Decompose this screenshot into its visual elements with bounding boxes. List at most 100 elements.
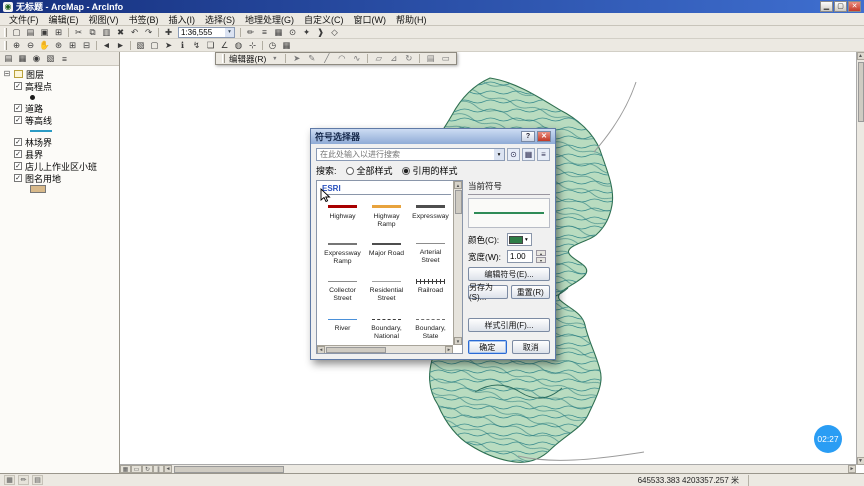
line-symbol-swatch[interactable]	[30, 130, 52, 132]
search-input[interactable]	[317, 150, 494, 159]
layer-label[interactable]: 图名用地	[25, 172, 61, 185]
layout-view-button[interactable]: ▭	[131, 465, 142, 473]
chevron-down-icon[interactable]: ▼	[268, 53, 281, 65]
draw-toolbar-icon[interactable]: ▦	[4, 475, 15, 485]
menu-customize[interactable]: 自定义(C)	[299, 13, 349, 26]
symbol-item-major-road[interactable]: Major Road	[366, 236, 407, 273]
menu-geoprocessing[interactable]: 地理处理(G)	[240, 13, 299, 26]
map-vertical-scrollbar[interactable]: ▲ ▼	[856, 52, 864, 465]
menu-view[interactable]: 视图(V)	[84, 13, 124, 26]
rotate-tool-icon[interactable]: ↻	[402, 53, 415, 65]
ok-button[interactable]: 确定	[468, 340, 507, 354]
list-by-source-icon[interactable]: ▦	[16, 53, 29, 65]
scroll-left-icon[interactable]: ◄	[164, 465, 172, 473]
zoom-in-icon[interactable]: ⊕	[10, 39, 23, 51]
search-icon[interactable]: ⊙	[507, 148, 520, 161]
large-icons-view-icon[interactable]: ▦	[522, 148, 535, 161]
toolbar-grip[interactable]	[222, 54, 225, 63]
symbol-item-boundary-national[interactable]: Boundary, National	[366, 312, 407, 345]
catalog-window-icon[interactable]: ▦	[272, 26, 285, 38]
find-icon[interactable]: ◍	[232, 39, 245, 51]
layer-label[interactable]: 等高线	[25, 114, 52, 127]
map-view[interactable]: 编辑器(R) ▼ ➤ ✎ ╱ ◠ ∿ ▱ ⊿ ↻ ▤ ▭ 符号选择器 ? ✕ 在…	[120, 52, 864, 473]
layer-checkbox[interactable]: ✓	[14, 138, 22, 146]
clear-selection-icon[interactable]: ▢	[148, 39, 161, 51]
scroll-up-icon[interactable]: ▲	[856, 52, 864, 60]
symbol-item-expressway[interactable]: Expressway	[410, 198, 451, 235]
symbol-item-arterial-street[interactable]: Arterial Street	[410, 236, 451, 273]
menu-selection[interactable]: 选择(S)	[200, 13, 240, 26]
full-extent-icon[interactable]: ⊛	[52, 39, 65, 51]
identify-icon[interactable]: ℹ	[176, 39, 189, 51]
color-dropdown[interactable]: ▾	[507, 233, 532, 246]
layer-checkbox[interactable]: ✓	[14, 150, 22, 158]
pan-icon[interactable]: ✋	[38, 39, 51, 51]
edit-tool-icon[interactable]: ➤	[290, 53, 303, 65]
pause-drawing-button[interactable]: ∥	[153, 465, 164, 473]
collapse-icon[interactable]: ⊟	[3, 70, 11, 78]
editor-toolbar-toggle-icon[interactable]: ✏	[244, 26, 257, 38]
layer-row[interactable]: ✓ 林场界	[0, 136, 119, 148]
search-window-icon[interactable]: ⊙	[286, 26, 299, 38]
new-document-icon[interactable]: ▢	[10, 26, 23, 38]
layer-row[interactable]: ✓ 图名用地	[0, 172, 119, 184]
menu-edit[interactable]: 编辑(E)	[44, 13, 84, 26]
map-scale-input[interactable]	[179, 27, 225, 37]
editor-menu-button[interactable]: 编辑器(R)	[229, 53, 266, 65]
arctoolbox-icon[interactable]: ✦	[300, 26, 313, 38]
layer-row[interactable]: ✓ 县界	[0, 148, 119, 160]
edit-sketch-icon[interactable]: ✏	[18, 475, 29, 485]
spin-down-icon[interactable]: ▾	[536, 257, 546, 263]
select-features-icon[interactable]: ▧	[134, 39, 147, 51]
snapping-icon[interactable]: ▤	[32, 475, 43, 485]
symbol-item-expressway-ramp[interactable]: Expressway Ramp	[322, 236, 363, 273]
scroll-down-icon[interactable]: ▼	[454, 337, 462, 345]
go-to-xy-icon[interactable]: ⊹	[246, 39, 259, 51]
scrollbar-thumb[interactable]	[326, 346, 386, 353]
straight-segment-icon[interactable]: ╱	[320, 53, 333, 65]
scroll-right-icon[interactable]: ►	[848, 465, 856, 473]
time-slider-icon[interactable]: ◷	[266, 39, 279, 51]
radio-all-styles[interactable]: 全部样式	[345, 164, 393, 177]
layer-row[interactable]: ✓ 等高线	[0, 114, 119, 126]
print-icon[interactable]: ⊞	[52, 26, 65, 38]
symbol-item-railroad[interactable]: Railroad	[410, 274, 451, 311]
scroll-right-icon[interactable]: ►	[445, 345, 453, 353]
list-horizontal-scrollbar[interactable]: ◄ ►	[317, 345, 453, 353]
delete-icon[interactable]: ✖	[114, 26, 127, 38]
menu-window[interactable]: 窗口(W)	[349, 13, 392, 26]
measure-icon[interactable]: ∠	[218, 39, 231, 51]
list-by-drawing-order-icon[interactable]: ▤	[2, 53, 15, 65]
symbol-item-highway[interactable]: Highway	[322, 198, 363, 235]
refresh-view-button[interactable]: ↻	[142, 465, 153, 473]
toolbar-grip[interactable]	[4, 40, 7, 50]
close-button[interactable]: ✕	[848, 1, 861, 12]
chevron-down-icon[interactable]: ▾	[494, 149, 504, 160]
list-vertical-scrollbar[interactable]: ▲ ▼	[453, 181, 462, 345]
undo-icon[interactable]: ↶	[128, 26, 141, 38]
maximize-button[interactable]: ▢	[834, 1, 847, 12]
symbol-list[interactable]: ESRI Highway Highway Ramp Expressway Exp…	[316, 180, 463, 354]
add-data-icon[interactable]: ✚	[162, 26, 175, 38]
symbol-item-river[interactable]: River	[322, 312, 363, 345]
sketch-properties-icon[interactable]: ▭	[439, 53, 452, 65]
attribute-table-icon[interactable]: ▦	[280, 39, 293, 51]
scroll-down-icon[interactable]: ▼	[856, 457, 864, 465]
scroll-up-icon[interactable]: ▲	[454, 181, 462, 189]
redo-icon[interactable]: ↷	[142, 26, 155, 38]
dialog-title-bar[interactable]: 符号选择器 ? ✕	[311, 129, 555, 144]
list-by-visibility-icon[interactable]: ◉	[30, 53, 43, 65]
attributes-window-icon[interactable]: ▤	[424, 53, 437, 65]
spin-up-icon[interactable]: ▴	[536, 250, 546, 256]
fixed-zoom-in-icon[interactable]: ⊞	[66, 39, 79, 51]
symbol-item-residential-street[interactable]: Residential Street	[366, 274, 407, 311]
select-elements-icon[interactable]: ➤	[162, 39, 175, 51]
table-of-contents-icon[interactable]: ≡	[258, 26, 271, 38]
menu-file[interactable]: 文件(F)	[4, 13, 44, 26]
scrollbar-thumb[interactable]	[174, 465, 284, 473]
list-view-icon[interactable]: ≡	[537, 148, 550, 161]
layer-checkbox[interactable]: ✓	[14, 104, 22, 112]
trace-icon[interactable]: ∿	[350, 53, 363, 65]
cut-icon[interactable]: ✂	[72, 26, 85, 38]
layer-checkbox[interactable]: ✓	[14, 162, 22, 170]
